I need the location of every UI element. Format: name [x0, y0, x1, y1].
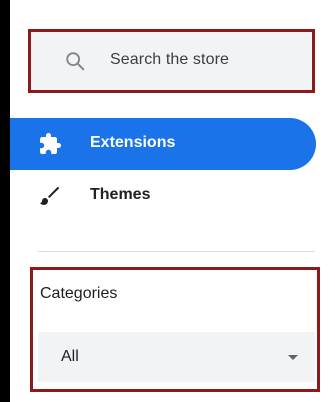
- search-input[interactable]: Search the store: [110, 51, 229, 69]
- divider: [38, 251, 315, 252]
- search-field[interactable]: Search the store: [28, 29, 315, 93]
- paintbrush-icon: [40, 187, 59, 205]
- nav-label-extensions: Extensions: [90, 134, 176, 151]
- caret-down-icon: [288, 355, 298, 360]
- nav-item-extensions[interactable]: Extensions: [10, 118, 316, 170]
- category-select-value: All: [61, 348, 79, 365]
- puzzle-piece-icon: [40, 133, 61, 154]
- nav-item-themes[interactable]: Themes: [10, 170, 316, 222]
- search-icon: [66, 52, 85, 71]
- categories-heading: Categories: [40, 285, 118, 302]
- nav-label-themes: Themes: [90, 186, 151, 203]
- category-select[interactable]: All: [38, 332, 315, 382]
